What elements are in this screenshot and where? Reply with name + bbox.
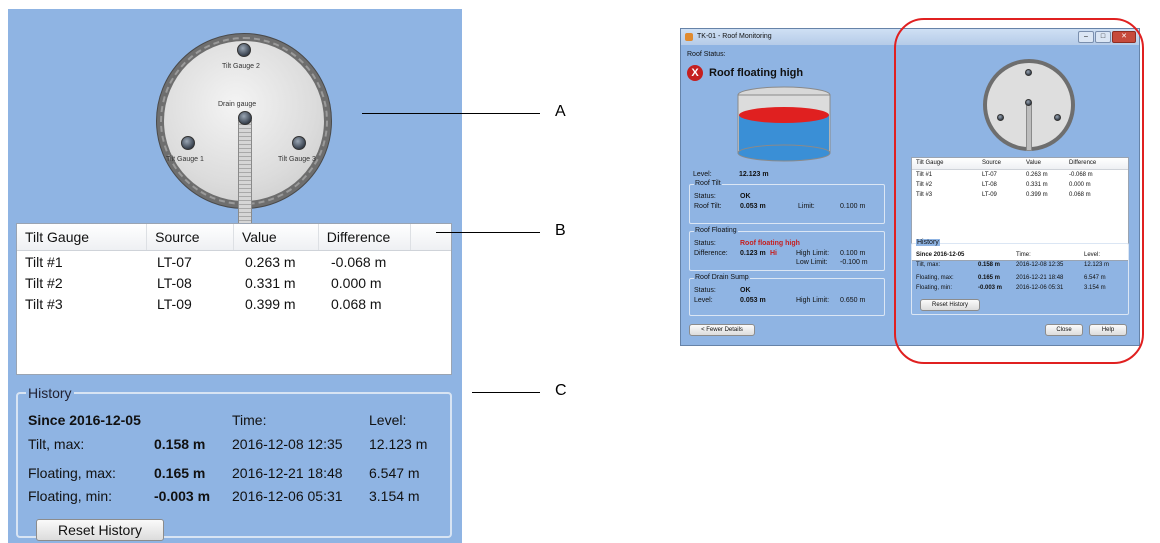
drain-high-label: High Limit: — [796, 297, 830, 304]
cell-source: LT-09 — [157, 295, 192, 312]
cell-gauge: Tilt #3 — [25, 295, 63, 312]
drain-gauge-label: Drain gauge — [218, 101, 257, 108]
roof-floating-low-label: Low Limit: — [796, 259, 828, 266]
table-row[interactable]: Tilt #3 LT-09 0.399 m 0.068 m — [17, 293, 451, 314]
roof-floating-high-label: High Limit: — [796, 250, 830, 257]
tilt-gauge-1-label: Tilt Gauge 1 — [166, 156, 204, 163]
drain-level-label: Level: — [694, 297, 713, 304]
callout-label-b: B — [555, 222, 566, 239]
column-header-empty — [411, 224, 451, 250]
roof-floating-status: Roof floating high — [740, 240, 800, 247]
roof-tilt-legend: Roof Tilt — [694, 180, 722, 187]
roof-floating-high-value: 0.100 m — [840, 250, 866, 257]
column-header-value[interactable]: Value — [234, 224, 319, 250]
roof-tilt-label: Roof Tilt: — [694, 203, 722, 210]
drain-gauge-icon — [238, 111, 252, 125]
history-floating-max-value: 0.165 m — [154, 465, 206, 481]
cell-value: 0.399 m — [245, 295, 296, 312]
cell-source: LT-08 — [157, 274, 192, 291]
history-group: History Since 2016-12-05 Time: Level: Ti… — [16, 385, 452, 541]
history-tilt-max-time: 2016-12-08 12:35 — [232, 436, 343, 452]
drain-status-label: Status: — [694, 287, 716, 294]
table-row[interactable]: Tilt #1 LT-07 0.263 m -0.068 m — [17, 251, 451, 272]
roof-floating-status-label: Status: — [694, 240, 716, 247]
tilt-gauge-3-icon — [292, 136, 306, 150]
level-label: Level: — [693, 171, 712, 178]
history-time-header: Time: — [232, 412, 267, 428]
level-value: 12.123 m — [739, 171, 769, 178]
roof-tilt-value: 0.053 m — [740, 203, 766, 210]
zoomed-panel: Tilt Gauge 2 Drain gauge Tilt Gauge 1 Ti… — [8, 9, 462, 543]
roof-tilt-limit-value: 0.100 m — [840, 203, 866, 210]
column-header-source[interactable]: Source — [147, 224, 234, 250]
column-header-tilt-gauge[interactable]: Tilt Gauge — [17, 224, 148, 250]
alarm-x-icon: X — [687, 65, 703, 81]
history-tilt-max-value: 0.158 m — [154, 436, 206, 452]
roof-floating-diff-label: Difference: — [694, 250, 728, 257]
history-floating-min-time: 2016-12-06 05:31 — [232, 488, 343, 504]
history-floating-max-time: 2016-12-21 18:48 — [232, 465, 343, 481]
cell-difference: -0.068 m — [331, 253, 387, 270]
roof-floating-diff-value: 0.123 m — [740, 250, 766, 257]
tilt-gauge-1-icon — [181, 136, 195, 150]
table-header: Tilt Gauge Source Value Difference — [17, 224, 451, 251]
roof-tilt-group: Roof Tilt Status: OK Roof Tilt: 0.053 m … — [689, 180, 885, 224]
drain-status: OK — [740, 287, 751, 294]
tank-side-view — [737, 86, 831, 162]
history-floating-max-label: Floating, max: — [28, 465, 116, 481]
cell-difference: 0.068 m — [331, 295, 382, 312]
roof-tilt-limit-label: Limit: — [798, 203, 815, 210]
roof-status-text: Roof floating high — [709, 67, 804, 79]
tank-top-view: Tilt Gauge 2 Drain gauge Tilt Gauge 1 Ti… — [156, 33, 332, 240]
callout-label-a: A — [555, 103, 566, 120]
window-title: TK-01 - Roof Monitoring — [697, 33, 772, 40]
app-icon — [685, 33, 693, 41]
drain-high-value: 0.650 m — [840, 297, 866, 304]
cell-difference: 0.000 m — [331, 274, 382, 291]
roof-floating-hi-badge: Hi — [770, 250, 777, 257]
cell-gauge: Tilt #2 — [25, 274, 63, 291]
history-level-header: Level: — [369, 412, 407, 428]
history-floating-min-label: Floating, min: — [28, 488, 113, 504]
roof-floating-low-value: -0.100 m — [840, 259, 868, 266]
callout-label-c: C — [555, 382, 567, 399]
reset-history-button[interactable]: Reset History — [36, 519, 164, 541]
history-floating-max-level: 6.547 m — [369, 465, 420, 481]
cell-source: LT-07 — [157, 253, 192, 270]
drain-pipe — [238, 120, 252, 240]
highlight-ring — [894, 18, 1144, 364]
history-since: Since 2016-12-05 — [28, 412, 141, 428]
history-legend: History — [26, 385, 74, 401]
roof-drain-legend: Roof Drain Sump — [694, 274, 750, 281]
tilt-gauge-3-label: Tilt Gauge 3 — [278, 156, 316, 163]
roof-tilt-status-label: Status: — [694, 193, 716, 200]
roof-floating-group: Roof Floating Status: Roof floating high… — [689, 227, 885, 271]
roof-drain-sump-group: Roof Drain Sump Status: OK Level: 0.053 … — [689, 274, 885, 316]
drain-level-value: 0.053 m — [740, 297, 766, 304]
tilt-gauge-table: Tilt Gauge Source Value Difference Tilt … — [16, 223, 452, 375]
cell-value: 0.331 m — [245, 274, 296, 291]
history-floating-min-level: 3.154 m — [369, 488, 420, 504]
callout-line-a — [362, 113, 540, 114]
cell-gauge: Tilt #1 — [25, 253, 63, 270]
roof-floating-legend: Roof Floating — [694, 227, 738, 234]
tilt-gauge-2-icon — [237, 43, 251, 57]
roof-tilt-status: OK — [740, 193, 751, 200]
column-header-difference[interactable]: Difference — [319, 224, 412, 250]
history-tilt-max-label: Tilt, max: — [28, 436, 85, 452]
history-tilt-max-level: 12.123 m — [369, 436, 428, 452]
cell-value: 0.263 m — [245, 253, 296, 270]
callout-line-c — [472, 392, 540, 393]
fewer-details-button[interactable]: < Fewer Details — [689, 324, 755, 336]
history-floating-min-value: -0.003 m — [154, 488, 211, 504]
callout-line-b — [436, 232, 540, 233]
tilt-gauge-2-label: Tilt Gauge 2 — [222, 63, 260, 70]
roof-status-label: Roof Status: — [687, 51, 726, 58]
table-row[interactable]: Tilt #2 LT-08 0.331 m 0.000 m — [17, 272, 451, 293]
